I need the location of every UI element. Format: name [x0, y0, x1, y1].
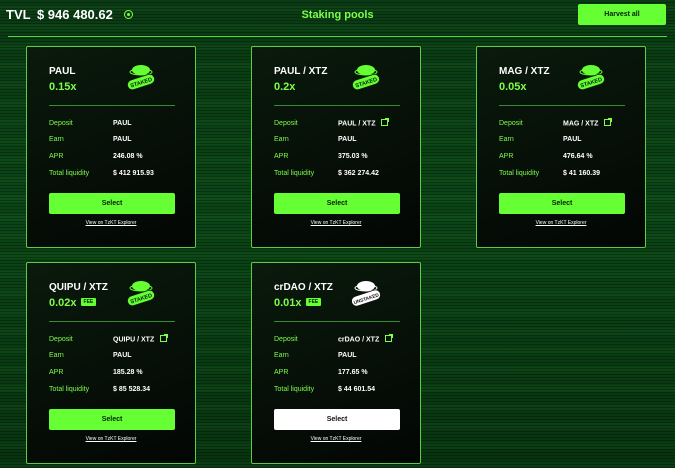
staked-badge-icon: STAKED	[577, 65, 605, 91]
staked-badge-icon: STAKED	[352, 65, 380, 91]
earn-label: Earn	[49, 352, 64, 359]
apr-label: APR	[274, 369, 289, 376]
pool-pair: MAG / XTZ	[499, 66, 550, 77]
explorer-link[interactable]: View on TzKT Explorer	[27, 436, 195, 442]
pool-card-mag-xtz: MAG / XTZ 0.05x STAKED Deposit MAG / XTZ…	[476, 46, 646, 248]
pool-multiplier: 0.05x	[499, 81, 527, 93]
card-divider	[274, 105, 400, 106]
liquidity-value: $ 85 528.34	[113, 386, 150, 393]
pool-card-quipu-xtz: QUIPU / XTZ 0.02x FEE STAKED Deposit QUIP…	[26, 262, 196, 464]
earn-value: PAUL	[338, 352, 357, 359]
fee-badge: FEE	[80, 298, 97, 307]
deposit-value: PAUL	[113, 120, 132, 127]
liquidity-value: $ 41 160.39	[563, 170, 600, 177]
harvest-all-button[interactable]: Harvest all	[578, 4, 666, 25]
liquidity-label: Total liquidity	[274, 170, 315, 177]
card-divider	[49, 321, 175, 322]
explorer-link[interactable]: View on TzKT Explorer	[477, 220, 645, 226]
liquidity-label: Total liquidity	[499, 170, 540, 177]
header-divider	[8, 36, 667, 37]
liquidity-label: Total liquidity	[49, 386, 90, 393]
external-link-icon[interactable]	[385, 334, 394, 342]
external-link-icon[interactable]	[381, 118, 390, 126]
pool-multiplier: 0.02x FEE	[49, 297, 97, 309]
deposit-value: crDAO / XTZ	[338, 334, 394, 343]
earn-label: Earn	[274, 136, 289, 143]
select-button[interactable]: Select	[499, 193, 625, 214]
external-link-icon[interactable]	[160, 334, 169, 342]
pool-card-paul-xtz: PAUL / XTZ 0.2x STAKED Deposit PAUL / XT…	[251, 46, 421, 248]
deposit-label: Deposit	[49, 120, 73, 127]
pool-pair: PAUL	[49, 66, 76, 77]
earn-label: Earn	[499, 136, 514, 143]
apr-value: 375.03 %	[338, 153, 368, 160]
pool-pair: QUIPU / XTZ	[49, 282, 108, 293]
deposit-label: Deposit	[274, 120, 298, 127]
liquidity-value: $ 362 274.42	[338, 170, 379, 177]
liquidity-value: $ 412 915.93	[113, 170, 154, 177]
apr-label: APR	[274, 153, 289, 160]
pool-multiplier: 0.2x	[274, 81, 296, 93]
staked-badge-icon: STAKED	[127, 65, 155, 91]
deposit-value: QUIPU / XTZ	[113, 334, 169, 343]
apr-label: APR	[499, 153, 514, 160]
apr-value: 246.08 %	[113, 153, 143, 160]
earn-value: PAUL	[113, 352, 132, 359]
apr-label: APR	[49, 369, 64, 376]
unstaked-badge-icon: UNSTAKED	[351, 281, 381, 307]
earn-value: PAUL	[563, 136, 582, 143]
liquidity-value: $ 44 601.54	[338, 386, 375, 393]
liquidity-label: Total liquidity	[274, 386, 315, 393]
explorer-link[interactable]: View on TzKT Explorer	[27, 220, 195, 226]
deposit-label: Deposit	[499, 120, 523, 127]
external-link-icon[interactable]	[604, 118, 613, 126]
card-divider	[274, 321, 400, 322]
deposit-label: Deposit	[49, 336, 73, 343]
apr-label: APR	[49, 153, 64, 160]
pool-card-paul: PAUL 0.15x STAKED Deposit PAUL Earn PAUL…	[26, 46, 196, 248]
fee-badge: FEE	[305, 298, 322, 307]
deposit-value: PAUL / XTZ	[338, 118, 390, 127]
card-divider	[49, 105, 175, 106]
earn-label: Earn	[49, 136, 64, 143]
top-bar: TVL $ 946 480.62 Staking pools Harvest a…	[0, 0, 675, 36]
pool-pair: PAUL / XTZ	[274, 66, 328, 77]
apr-value: 476.64 %	[563, 153, 593, 160]
select-button[interactable]: Select	[49, 193, 175, 214]
apr-value: 177.65 %	[338, 369, 368, 376]
select-button[interactable]: Select	[49, 409, 175, 430]
select-button[interactable]: Select	[274, 409, 400, 430]
page-title: Staking pools	[301, 9, 374, 21]
explorer-link[interactable]: View on TzKT Explorer	[252, 220, 420, 226]
earn-value: PAUL	[113, 136, 132, 143]
liquidity-label: Total liquidity	[49, 170, 90, 177]
pool-pair: crDAO / XTZ	[274, 282, 333, 293]
apr-value: 185.28 %	[113, 369, 143, 376]
pool-multiplier: 0.15x	[49, 81, 77, 93]
earn-value: PAUL	[338, 136, 357, 143]
explorer-link[interactable]: View on TzKT Explorer	[252, 436, 420, 442]
deposit-label: Deposit	[274, 336, 298, 343]
deposit-value: MAG / XTZ	[563, 118, 613, 127]
pool-card-crdao-xtz: crDAO / XTZ 0.01x FEE UNSTAKED Deposit cr…	[251, 262, 421, 464]
pool-multiplier: 0.01x FEE	[274, 297, 322, 309]
card-divider	[499, 105, 625, 106]
earn-label: Earn	[274, 352, 289, 359]
staked-badge-icon: STAKED	[127, 281, 155, 307]
select-button[interactable]: Select	[274, 193, 400, 214]
